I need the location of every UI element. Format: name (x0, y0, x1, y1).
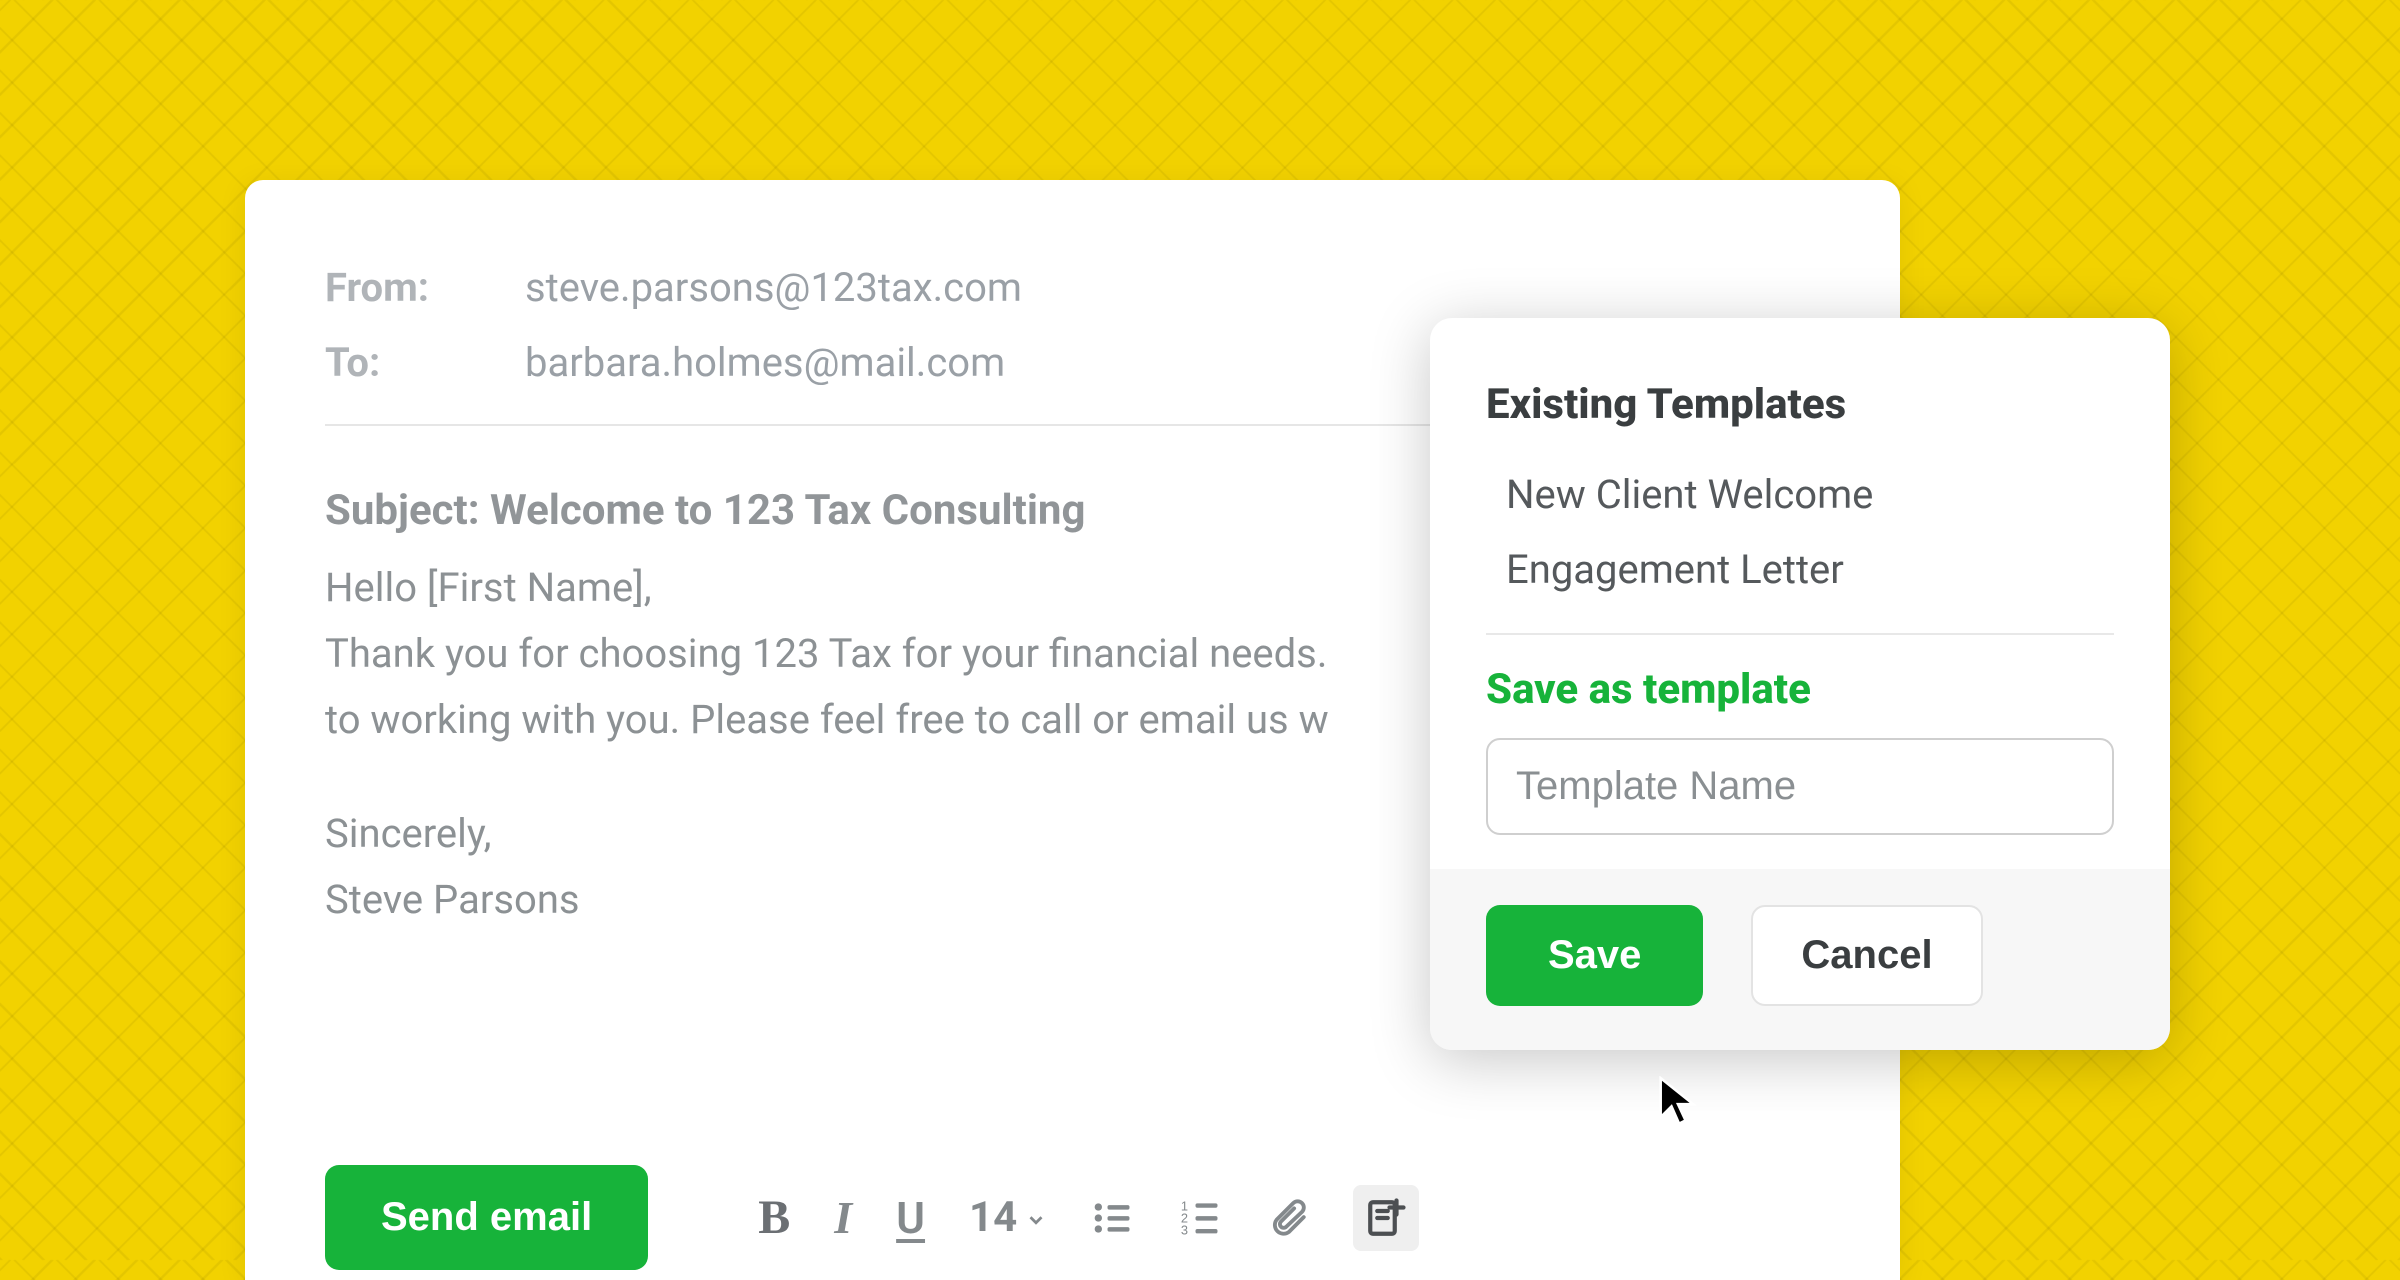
chevron-down-icon (1025, 1209, 1047, 1231)
popover-divider (1486, 633, 2114, 635)
numbered-list-button[interactable]: 123 (1179, 1196, 1223, 1240)
cancel-button[interactable]: Cancel (1751, 905, 1982, 1006)
svg-text:3: 3 (1181, 1222, 1188, 1237)
paperclip-icon (1267, 1197, 1309, 1239)
subject-text: Welcome to 123 Tax Consulting (490, 486, 1085, 535)
numbered-list-icon: 123 (1179, 1196, 1223, 1240)
subject-prefix: Subject: (325, 486, 490, 535)
compose-bottom-row: Send email B I U 14 123 (325, 1165, 1419, 1270)
popover-footer: Save Cancel (1430, 869, 2170, 1050)
bullet-list-button[interactable] (1091, 1196, 1135, 1240)
bullet-list-icon (1091, 1196, 1135, 1240)
template-item[interactable]: New Client Welcome (1506, 457, 2114, 532)
bold-button[interactable]: B (758, 1190, 790, 1245)
formatting-toolbar: B I U 14 123 (758, 1185, 1419, 1251)
to-label: To: (325, 339, 525, 386)
save-as-template-label: Save as template (1486, 665, 2114, 714)
from-value[interactable]: steve.parsons@123tax.com (525, 264, 1022, 311)
template-button[interactable] (1353, 1185, 1419, 1251)
templates-popover-title: Existing Templates (1486, 380, 2114, 429)
font-size-dropdown[interactable]: 14 (969, 1193, 1047, 1242)
from-label: From: (325, 264, 525, 311)
italic-button[interactable]: I (834, 1191, 852, 1244)
template-item[interactable]: Engagement Letter (1506, 532, 2114, 607)
template-icon (1365, 1197, 1407, 1239)
save-button[interactable]: Save (1486, 905, 1703, 1006)
send-email-button[interactable]: Send email (325, 1165, 648, 1270)
templates-popover: Existing Templates New Client Welcome En… (1430, 318, 2170, 1050)
to-value[interactable]: barbara.holmes@mail.com (525, 339, 1005, 386)
templates-list: New Client Welcome Engagement Letter (1506, 457, 2114, 607)
font-size-value: 14 (969, 1193, 1017, 1242)
template-name-input[interactable] (1486, 738, 2114, 835)
underline-button[interactable]: U (896, 1192, 925, 1244)
from-row: From: steve.parsons@123tax.com (325, 250, 1820, 325)
attach-button[interactable] (1267, 1197, 1309, 1239)
